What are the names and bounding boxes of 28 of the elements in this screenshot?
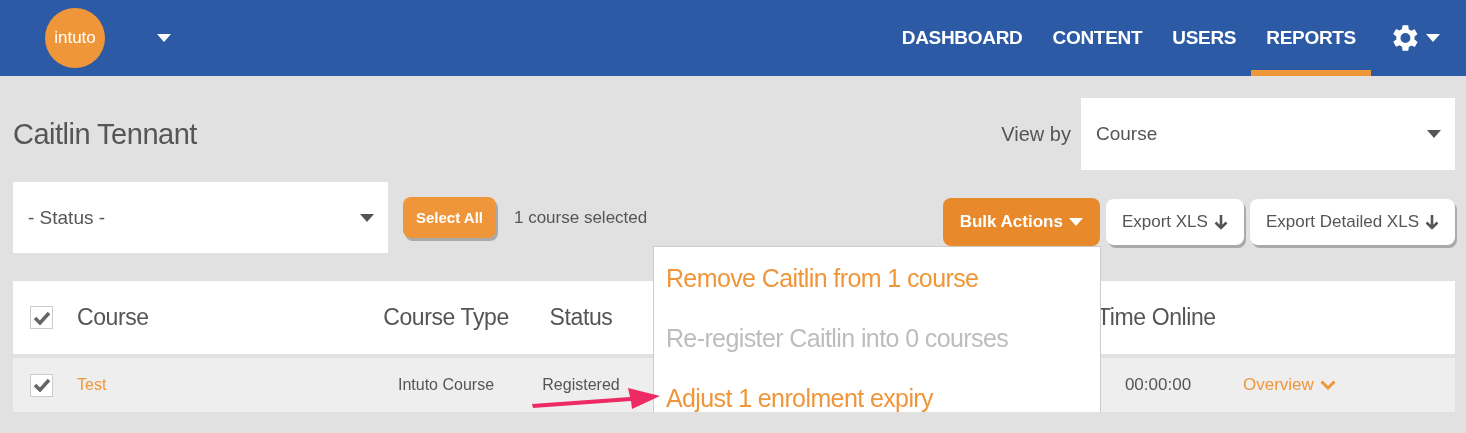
export-button[interactable]: Export Detailed XLS [1249,198,1455,245]
column-header: Course [77,304,150,331]
column-header: Course Type [383,304,509,331]
export-button[interactable]: Export XLS [1105,198,1244,245]
dropdown-caret-icon [1426,34,1440,42]
view-by-label: View by [1001,122,1071,146]
nav-tab[interactable]: DASHBOARD [886,0,1038,76]
status-select[interactable]: - Status - [13,182,388,253]
down-arrow-icon [1425,213,1439,230]
nav-tab[interactable]: CONTENT [1037,0,1158,76]
page-title: Caitlin Tennant [13,117,197,151]
caret-icon [360,213,374,222]
checkbox[interactable] [30,373,53,397]
nav-tab[interactable]: REPORTS [1251,0,1371,76]
table-cell: Intuto Course [397,376,495,394]
column-header: Time Online [1097,304,1217,331]
checkbox[interactable] [30,306,53,329]
table-cell: 00:00:00 [1124,375,1192,395]
column-header: Status [549,304,613,331]
dropdown-caret-icon[interactable] [157,34,171,42]
caret-icon [1427,130,1441,138]
table-cell: Registered [542,376,620,394]
nav-tab[interactable]: USERS [1157,0,1252,76]
view-by-select[interactable]: Course [1081,98,1455,170]
selection-count: 1 course selected [514,207,648,228]
down-arrow-icon [1213,213,1228,230]
caret-icon [1068,217,1083,226]
chevron-down-icon [1319,380,1336,390]
